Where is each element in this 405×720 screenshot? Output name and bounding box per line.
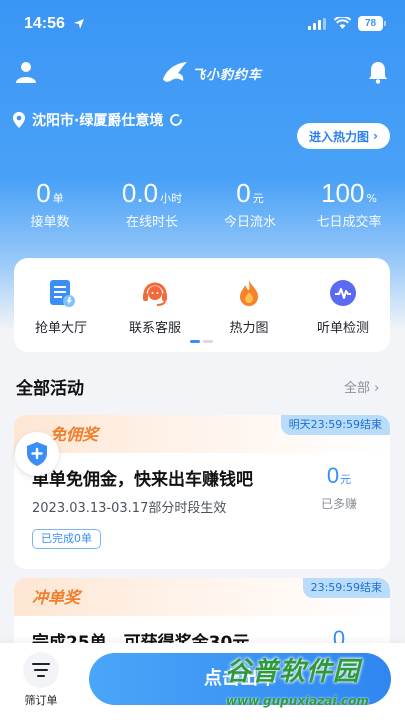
location-text: 沈阳市·绿厦爵仕意境: [32, 113, 164, 129]
amount-unit: 元: [340, 473, 352, 486]
filter-orders-button[interactable]: 筛订单: [16, 652, 66, 708]
app-name: 飞小豹约车: [192, 67, 263, 83]
heatmap-button-label: 进入热力图: [309, 129, 370, 144]
quick-tools-card: 抢单大厅 联系客服 热力图 听单检测: [14, 258, 390, 352]
stat-value: 100: [321, 178, 365, 208]
tool-label: 听单检测: [316, 321, 369, 336]
stat-today-revenue: 0元 今日流水: [210, 178, 290, 230]
dot-inactive: [203, 340, 213, 343]
current-location[interactable]: 沈阳市·绿厦爵仕意境: [12, 109, 183, 131]
refresh-location-icon[interactable]: [169, 113, 183, 127]
tool-listen-check[interactable]: 听单检测: [296, 278, 390, 336]
stat-label: 七日成交率: [316, 215, 382, 230]
enter-heatmap-button[interactable]: 进入热力图 ›: [297, 123, 390, 149]
order-hall-icon: [50, 280, 75, 307]
battery-indicator: 78: [358, 16, 386, 31]
cellular-signal-icon: [308, 18, 326, 30]
stat-unit: 小时: [160, 192, 183, 205]
activity-deadline: 明天23:59:59结束: [280, 415, 390, 435]
amount-value: 0: [326, 463, 340, 488]
activity-card[interactable]: 免佣奖 明天23:59:59结束 单单免佣金，快来出车赚钱吧 2023.03.1…: [14, 415, 390, 569]
activity-tag: 冲单奖: [32, 588, 81, 607]
chevron-right-icon: ›: [373, 129, 378, 143]
app-logo: 飞小豹约车: [160, 58, 262, 88]
safety-shield-button[interactable]: [15, 432, 59, 476]
activity-status-badge: 已完成0单: [32, 529, 101, 549]
stat-unit: %: [366, 192, 377, 205]
tool-order-hall[interactable]: 抢单大厅: [14, 278, 108, 336]
leopard-logo-icon: [163, 62, 187, 82]
stat-value: 0: [36, 178, 51, 208]
stat-value: 0.0: [121, 178, 159, 208]
watermark-title: 谷普软件园: [225, 657, 361, 687]
activities-title: 全部活动: [16, 379, 84, 399]
activity-date: 2023.03.13-03.17部分时段生效: [32, 501, 227, 516]
stat-label: 今日流水: [223, 215, 276, 230]
tool-customer-service[interactable]: 联系客服: [108, 278, 202, 336]
customer-service-icon: [143, 282, 167, 306]
tool-label: 热力图: [229, 321, 269, 336]
status-bar: 14:56 78: [0, 0, 405, 50]
stat-unit: 单: [52, 192, 64, 205]
carousel-dots: [190, 340, 213, 344]
dot-active: [190, 340, 200, 343]
status-time: 14:56: [24, 15, 65, 32]
activity-deadline: 23:59:59结束: [302, 578, 390, 598]
stat-label: 在线时长: [125, 215, 178, 230]
listen-check-icon: [330, 280, 356, 306]
activity-amount: 0元: [310, 463, 368, 489]
tool-label: 联系客服: [128, 321, 181, 336]
tool-label: 抢单大厅: [34, 321, 87, 336]
filter-icon: [32, 663, 50, 677]
bell-icon[interactable]: [367, 60, 389, 84]
stat-orders: 0单 接单数: [22, 178, 78, 230]
user-profile-icon[interactable]: [14, 60, 38, 84]
wifi-icon: [334, 17, 351, 29]
watermark-url: www.gupuxiazai.com: [226, 694, 369, 708]
stat-label: 接单数: [30, 215, 70, 230]
activities-more-link[interactable]: 全部 ›: [344, 377, 379, 396]
activity-title: 单单免佣金，快来出车赚钱吧: [32, 470, 253, 490]
filter-label: 筛订单: [24, 694, 58, 707]
flame-icon: [240, 280, 258, 306]
location-pin-icon: [13, 112, 25, 128]
activity-tag: 免佣奖: [50, 425, 99, 444]
activity-earned-label: 已多赚: [320, 497, 357, 511]
shield-icon: [27, 442, 47, 466]
stat-value: 0: [236, 178, 251, 208]
stat-unit: 元: [252, 192, 264, 205]
tool-heatmap[interactable]: 热力图: [202, 278, 296, 336]
stat-7day-rate: 100% 七日成交率: [306, 178, 392, 230]
location-arrow-icon: [74, 19, 84, 29]
stat-online-hours: 0.0 小时 在线时长: [112, 178, 192, 230]
filter-icon-wrap: [23, 652, 59, 688]
app-header: 飞小豹约车: [0, 58, 405, 90]
stats-row: 0单 接单数 0.0 小时 在线时长 0元 今日流水 100% 七日成交率: [0, 178, 405, 232]
